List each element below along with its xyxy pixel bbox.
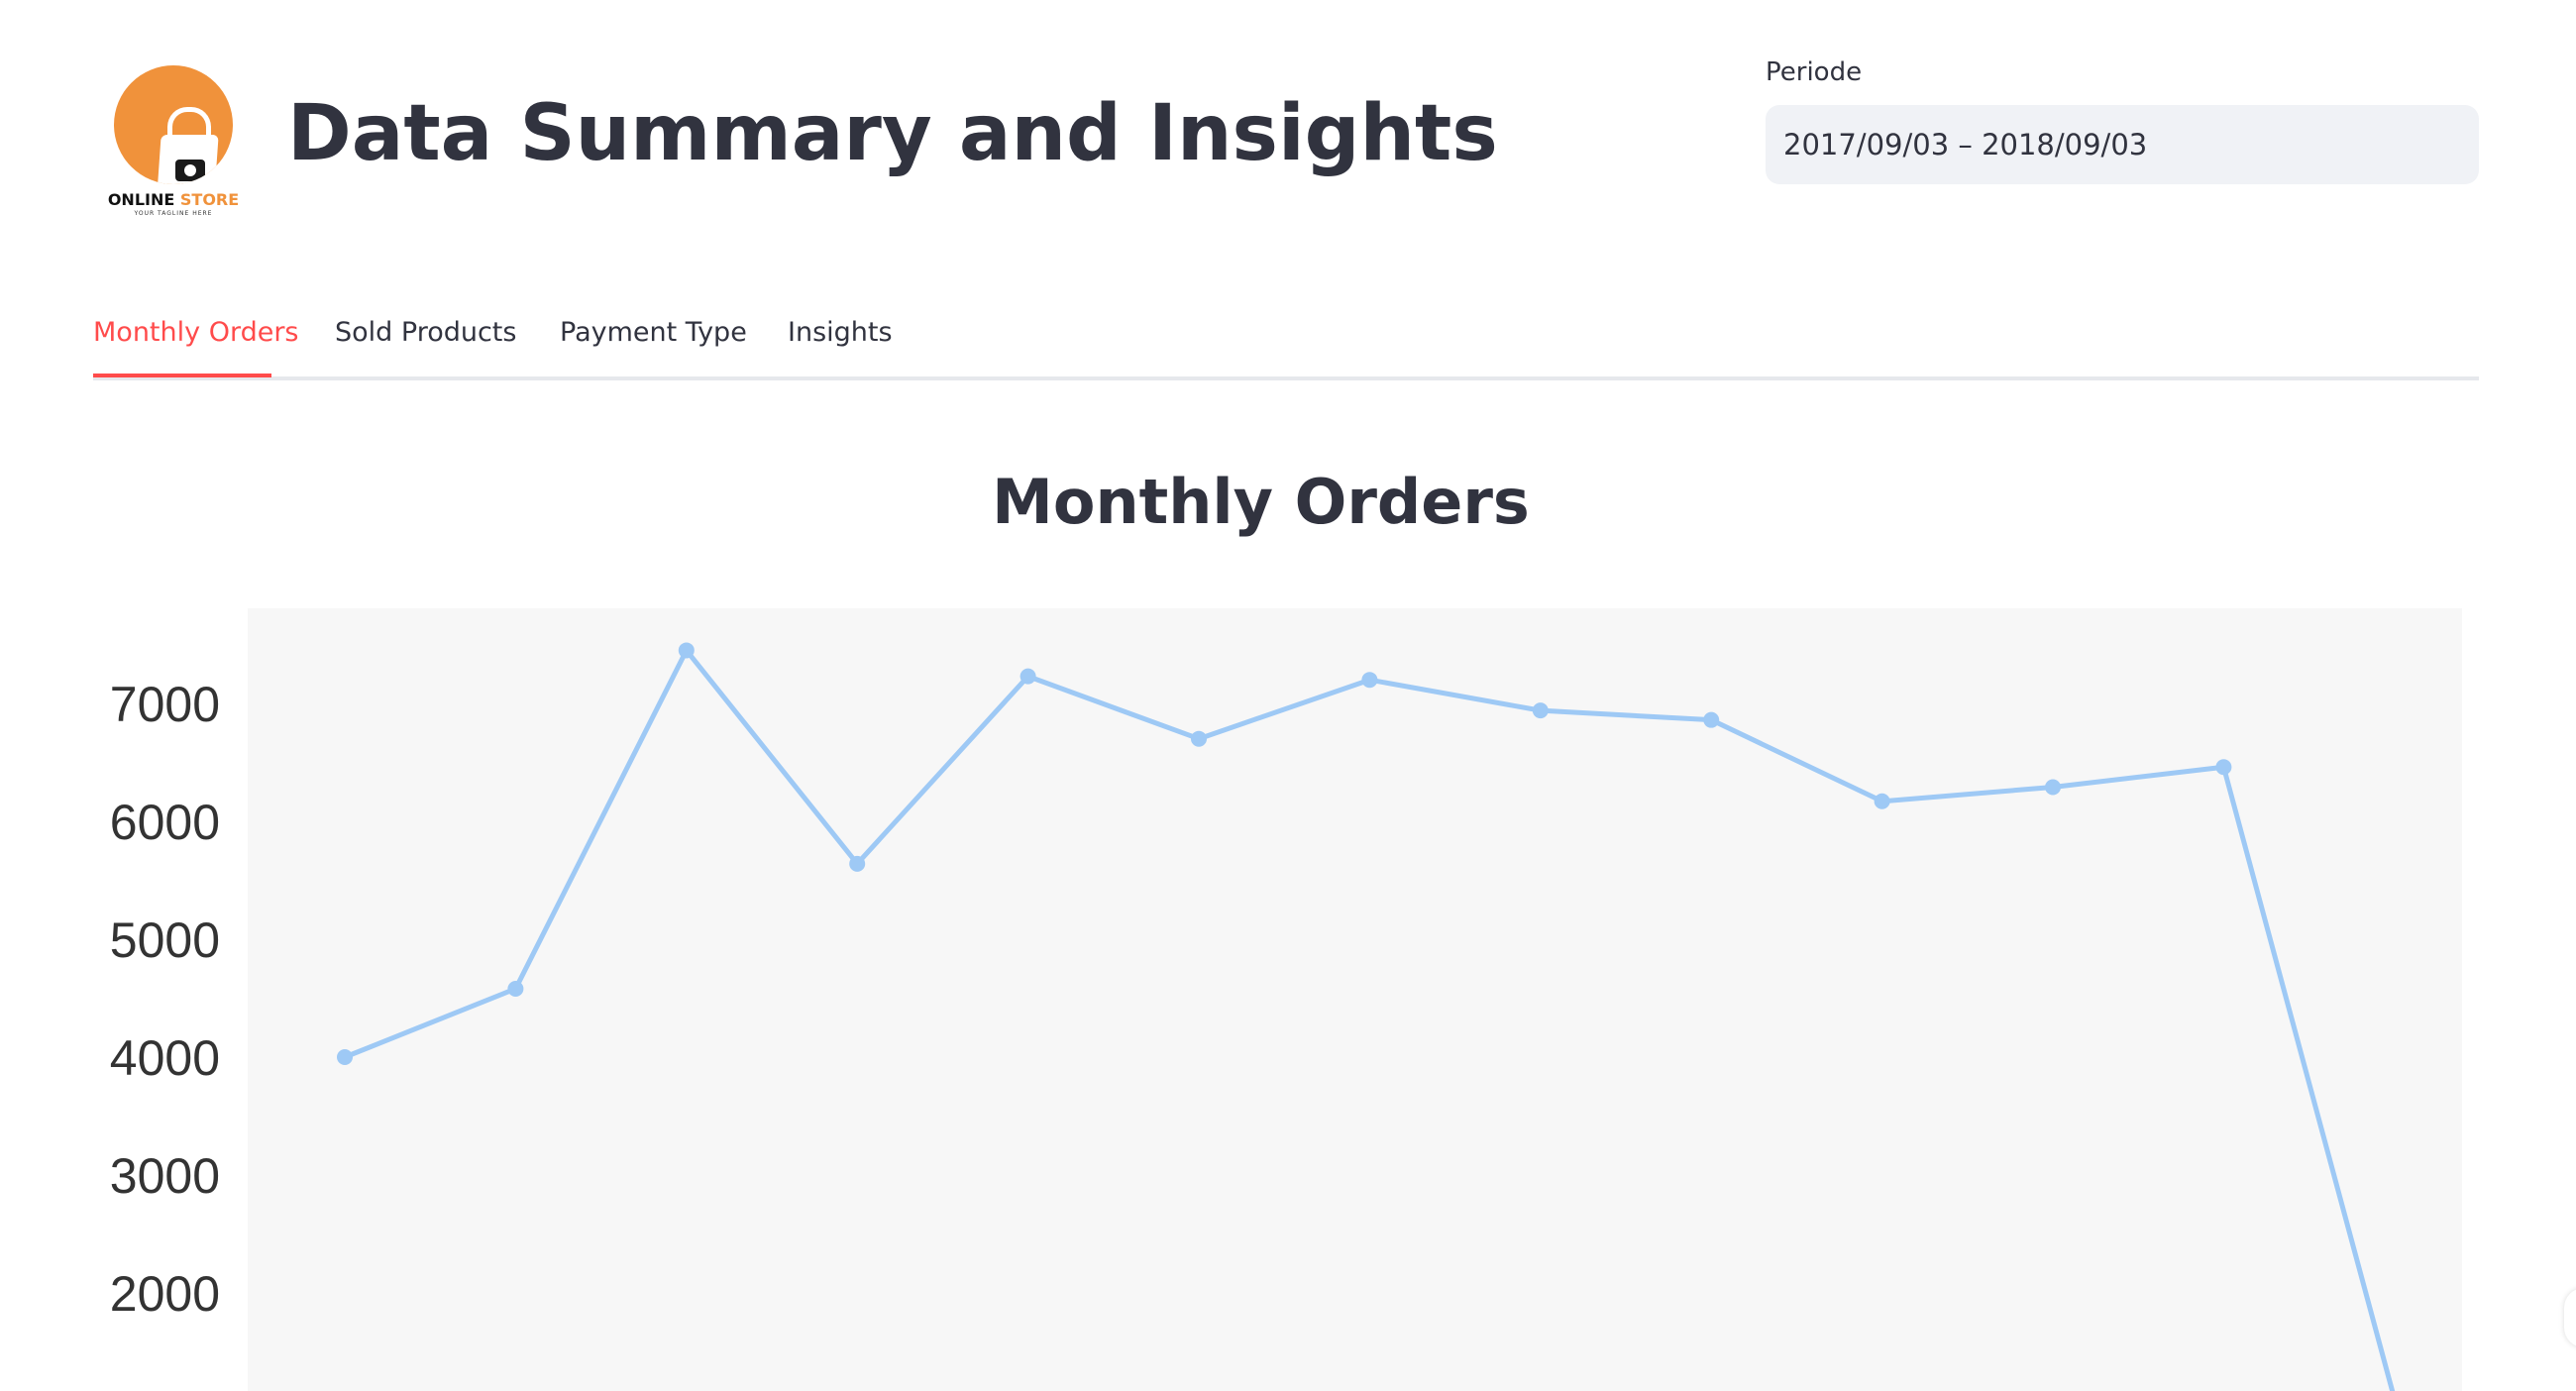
data-point bbox=[1361, 672, 1378, 689]
data-point bbox=[1874, 793, 1890, 809]
data-point bbox=[2045, 779, 2061, 796]
data-point bbox=[1191, 730, 1207, 747]
data-point bbox=[507, 980, 524, 997]
y-tick-label: 6000 bbox=[110, 795, 220, 850]
data-point bbox=[337, 1049, 353, 1065]
y-tick-label: 7000 bbox=[110, 677, 220, 732]
y-tick-label: 2000 bbox=[110, 1266, 220, 1322]
y-tick-label: 4000 bbox=[110, 1030, 220, 1086]
data-point bbox=[1703, 711, 1720, 728]
data-point bbox=[1020, 668, 1036, 685]
data-point bbox=[849, 855, 866, 872]
data-point bbox=[678, 642, 695, 659]
monthly-orders-chart: 2000 3000 4000 5000 6000 7000 bbox=[110, 608, 2462, 1391]
plot-area bbox=[248, 608, 2462, 1391]
app-window: ONLINE STORE YOUR TAGLINE HERE Data Summ… bbox=[0, 0, 2576, 1391]
data-point bbox=[2215, 759, 2232, 776]
y-tick-label: 3000 bbox=[110, 1148, 220, 1204]
data-point bbox=[1532, 702, 1549, 719]
y-tick-label: 5000 bbox=[110, 912, 220, 968]
